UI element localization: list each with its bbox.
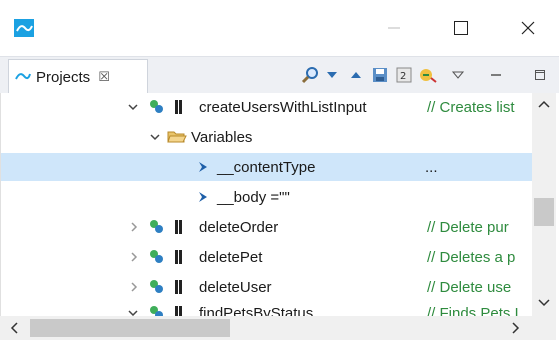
tree-item-label: createUsersWithListInput xyxy=(199,98,367,116)
refresh-icon[interactable]: 2 xyxy=(394,65,414,85)
method-icon xyxy=(175,247,183,267)
operation-icon xyxy=(147,217,165,237)
tree-item-label: __body ="" xyxy=(217,188,290,206)
tree-item-label: findPetsByStatus xyxy=(199,304,314,317)
projects-view-icon xyxy=(15,69,31,86)
svg-text:2: 2 xyxy=(400,71,406,82)
tree-row[interactable]: deleteOrder // Delete pur xyxy=(1,213,532,241)
tree-item-comment: // Creates list xyxy=(427,98,515,116)
operation-icon xyxy=(147,97,165,117)
tree-item-comment: // Finds Pets I xyxy=(427,304,519,317)
search-icon[interactable] xyxy=(300,65,320,85)
tree-item-label: __contentType xyxy=(217,158,316,176)
vertical-scroll-thumb[interactable] xyxy=(534,198,554,226)
operation-icon xyxy=(147,247,165,267)
tab-projects[interactable]: Projects ☒ xyxy=(8,59,148,94)
tree-row[interactable]: findPetsByStatus // Finds Pets I xyxy=(1,299,532,316)
collapse-arrow-icon[interactable] xyxy=(129,247,139,267)
operation-icon xyxy=(147,277,165,297)
scroll-right-arrow-icon[interactable] xyxy=(506,319,526,337)
app-logo-icon xyxy=(14,19,34,37)
save-icon[interactable] xyxy=(370,65,390,85)
tree-row[interactable]: deletePet // Deletes a p xyxy=(1,243,532,271)
method-icon xyxy=(175,277,183,297)
collapse-up-icon[interactable] xyxy=(346,65,366,85)
variable-icon xyxy=(197,157,209,177)
tree-row[interactable]: deleteUser // Delete use xyxy=(1,273,532,301)
minimize-button[interactable] xyxy=(371,12,417,44)
collapse-arrow-icon[interactable] xyxy=(129,217,139,237)
scroll-down-arrow-icon[interactable] xyxy=(534,294,554,312)
minimize-view-icon[interactable] xyxy=(486,65,506,85)
collapse-arrow-icon[interactable] xyxy=(129,277,139,297)
view-tabbar: Projects ☒ 2 xyxy=(0,56,559,94)
dropdown-arrow-icon[interactable] xyxy=(322,65,342,85)
horizontal-scroll-thumb[interactable] xyxy=(30,319,230,337)
maximize-view-icon[interactable] xyxy=(530,65,550,85)
tree-row[interactable]: createUsersWithListInput // Creates list xyxy=(1,93,532,121)
vertical-scrollbar[interactable] xyxy=(532,93,556,316)
window-titlebar xyxy=(0,0,559,56)
tree-item-label: deleteOrder xyxy=(199,218,279,236)
method-icon xyxy=(175,217,183,237)
maximize-button[interactable] xyxy=(438,12,484,44)
view-menu-icon[interactable] xyxy=(448,65,468,85)
tree-item-label: deleteUser xyxy=(199,278,272,296)
operation-icon xyxy=(147,303,165,316)
tree-item-comment: // Deletes a p xyxy=(427,248,516,266)
method-icon xyxy=(175,97,183,117)
expand-arrow-icon[interactable] xyxy=(149,127,161,147)
tree-item-comment: // Delete use xyxy=(427,278,512,296)
expand-arrow-icon[interactable] xyxy=(127,97,139,117)
tree-item-label: Variables xyxy=(191,128,253,146)
tab-label: Projects xyxy=(36,68,91,86)
variable-icon xyxy=(197,187,209,207)
scroll-left-arrow-icon[interactable] xyxy=(4,319,24,337)
tab-close-icon[interactable]: ☒ xyxy=(98,69,110,85)
projects-tree[interactable]: createUsersWithListInput // Creates list… xyxy=(0,93,532,316)
tree-item-value: ... xyxy=(425,158,438,176)
run-icon[interactable] xyxy=(418,65,438,85)
tree-item-comment: // Delete pur xyxy=(427,218,509,236)
expand-arrow-icon[interactable] xyxy=(127,303,139,316)
tree-row[interactable]: __body ="" xyxy=(1,183,532,211)
scrollbar-corner xyxy=(532,316,556,340)
horizontal-scrollbar[interactable] xyxy=(0,316,532,340)
folder-open-icon xyxy=(167,127,187,147)
tree-item-label: deletePet xyxy=(199,248,263,266)
close-button[interactable] xyxy=(505,12,551,44)
tree-row[interactable]: Variables xyxy=(1,123,532,151)
tree-row[interactable]: __contentType ... xyxy=(1,153,532,181)
scroll-up-arrow-icon[interactable] xyxy=(534,95,554,113)
method-icon xyxy=(175,303,183,316)
